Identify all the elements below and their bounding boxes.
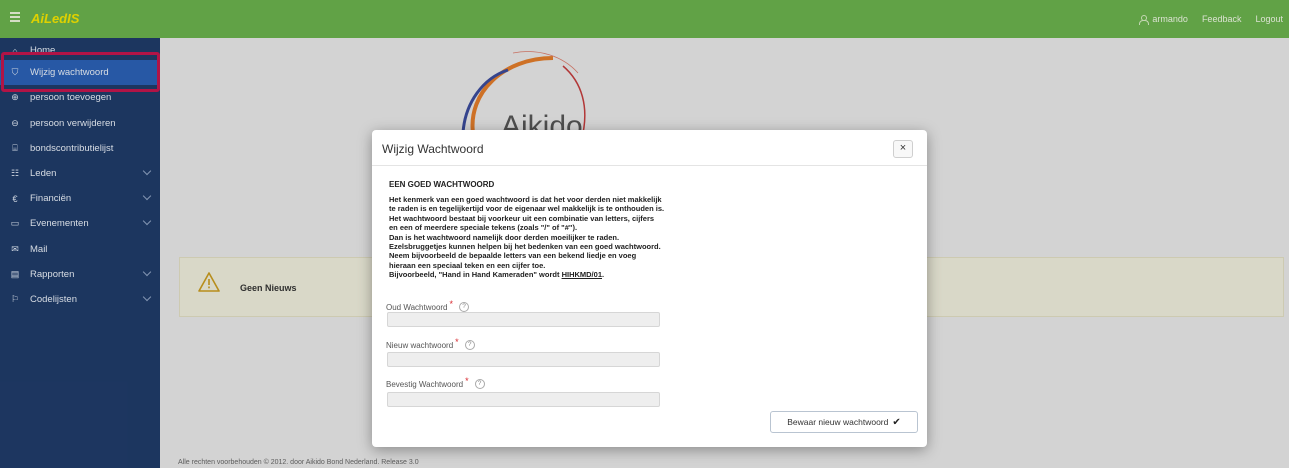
sidebar-item-label: Evenementen (30, 218, 89, 229)
warning-icon (198, 272, 220, 292)
save-button-label: Bewaar nieuw wachtwoord (787, 417, 889, 427)
info-line: en een of meerdere speciale tekens (zoal… (389, 223, 578, 233)
info-line: Het kenmerk van een goed wachtwoord is d… (389, 195, 662, 204)
example-prefix: Bijvoorbeeld, "Hand in Hand Kameraden" w… (389, 270, 562, 280)
new-password-field[interactable] (387, 352, 660, 367)
sidebar-item-label: Financiën (30, 193, 72, 204)
chevron-down-icon[interactable] (142, 191, 152, 201)
report-icon: ▤ (10, 269, 20, 279)
required-marker: * (465, 376, 469, 386)
users-icon: ☷ (10, 168, 20, 178)
modal-divider (372, 165, 927, 166)
sidebar-item-persoon-verwijderen[interactable]: ⊖ persoon verwijderen (0, 111, 160, 136)
add-circle-icon: ⊕ (11, 92, 19, 102)
chevron-down-icon[interactable] (142, 267, 152, 277)
username-link[interactable]: armando (1152, 14, 1188, 24)
old-password-label: Oud Wachtwoord * ? (386, 299, 470, 312)
new-password-label: Nieuw wachtwoord * ? (386, 337, 475, 350)
help-icon[interactable]: ? (464, 340, 475, 350)
euro-icon: € (12, 193, 18, 204)
info-line: Dan is het wachtwoord namelijk door derd… (389, 232, 620, 242)
modal-title: Wijzig Wachtwoord (382, 142, 484, 156)
help-icon[interactable]: ? (474, 379, 485, 389)
info-line: Neem bijvoorbeeld de bepaalde letters va… (389, 251, 637, 261)
change-password-modal: Wijzig Wachtwoord × EEN GOED WACHTWOORD … (372, 130, 927, 447)
sidebar-item-rapporten[interactable]: ▤ Rapporten (0, 262, 160, 287)
sidebar: ⌂ Home ⛉ Wijzig wachtwoord ⊕ persoon toe… (0, 38, 160, 468)
sidebar-item-label: Mail (30, 244, 48, 255)
info-line: Het wachtwoord bestaat bij voorkeur uit … (389, 213, 655, 223)
sidebar-item-financien[interactable]: € Financiën (0, 186, 160, 211)
checkmark-icon: ✔ (892, 416, 901, 428)
field-label-text: Oud Wachtwoord (386, 302, 448, 312)
confirm-password-label: Bevestig Wachtwoord * ? (386, 376, 485, 389)
info-text: Het kenmerk van een goed wachtwoord is d… (389, 195, 749, 280)
info-heading: EEN GOED WACHTWOORD (389, 180, 495, 189)
app-brand[interactable]: AiLedIS (31, 11, 79, 26)
menu-icon[interactable] (10, 12, 20, 22)
chevron-down-icon[interactable] (142, 166, 152, 176)
field-label-text: Bevestig Wachtwoord (386, 379, 464, 389)
info-line: hieraan een speciaal teken en een cijfer… (389, 260, 546, 270)
top-bar: AiLedIS armando Feedback Logout (0, 0, 1289, 38)
footer-text: Alle rechten voorbehouden © 2012. door A… (178, 459, 419, 466)
info-line: te raden is en tegelijkertijd voor de ei… (389, 204, 665, 214)
aikido-logo: Aikido (461, 51, 586, 138)
logout-link[interactable]: Logout (1255, 14, 1283, 24)
sidebar-item-label: persoon verwijderen (30, 118, 116, 129)
remove-circle-icon: ⊖ (11, 118, 19, 128)
feedback-link[interactable]: Feedback (1202, 14, 1242, 24)
sidebar-item-label: persoon toevoegen (30, 92, 112, 103)
field-label-text: Nieuw wachtwoord (386, 340, 454, 350)
close-button[interactable]: × (893, 140, 913, 158)
sidebar-item-label: bondscontributielijst (30, 143, 114, 154)
flag-icon: ⚐ (10, 294, 20, 304)
save-password-button[interactable]: Bewaar nieuw wachtwoord ✔ (770, 411, 918, 433)
sidebar-item-bondscontributielijst[interactable]: ⌸ bondscontributielijst (0, 136, 160, 161)
user-menu[interactable]: armando (1139, 14, 1188, 25)
confirm-password-field[interactable] (387, 392, 660, 407)
sidebar-item-evenementen[interactable]: ▭ Evenementen (0, 211, 160, 236)
highlight-annotation (1, 52, 160, 92)
top-right-nav: armando Feedback Logout (1139, 14, 1283, 25)
folder-icon: ▭ (10, 218, 20, 228)
help-icon[interactable]: ? (459, 302, 470, 312)
example-suffix: . (602, 270, 605, 280)
news-message: Geen Nieuws (240, 283, 297, 293)
example-value: HIHKMD/01 (561, 270, 602, 280)
sidebar-item-mail[interactable]: ✉ Mail (0, 237, 160, 262)
sidebar-item-label: Codelijsten (30, 294, 77, 305)
sidebar-item-codelijsten[interactable]: ⚐ Codelijsten (0, 287, 160, 312)
required-marker: * (449, 299, 454, 309)
chevron-down-icon[interactable] (142, 216, 152, 226)
chevron-down-icon[interactable] (142, 292, 152, 302)
mail-icon: ✉ (11, 244, 19, 254)
info-line: Ezelsbruggetjes kunnen helpen bij het be… (389, 242, 661, 252)
sidebar-item-leden[interactable]: ☷ Leden (0, 161, 160, 186)
user-icon (1139, 14, 1150, 25)
sidebar-item-label: Leden (30, 168, 57, 179)
info-example: Bijvoorbeeld, "Hand in Hand Kameraden" w… (389, 270, 749, 279)
required-marker: * (455, 337, 459, 347)
sidebar-item-label: Rapporten (30, 269, 75, 280)
bank-icon: ⌸ (12, 143, 18, 153)
old-password-field[interactable] (387, 312, 660, 327)
